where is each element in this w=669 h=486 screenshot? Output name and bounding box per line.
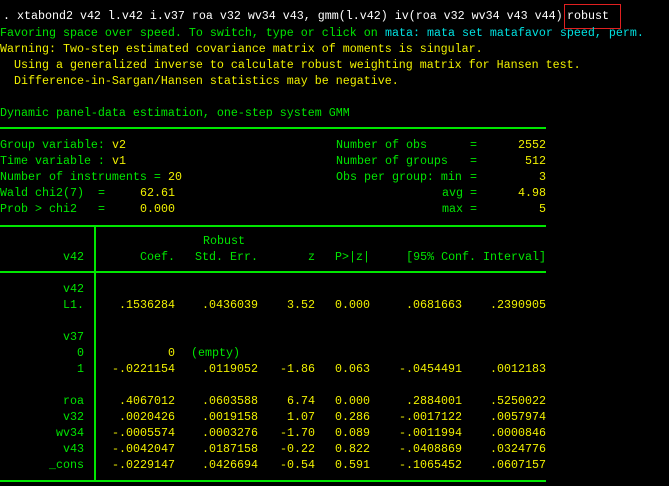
wald-value: 62.61 bbox=[140, 186, 175, 200]
row-label: wv34 bbox=[56, 426, 84, 440]
row-label: 0 bbox=[77, 346, 84, 360]
table-cell: 6.74 bbox=[287, 394, 315, 408]
table-cell: 0.063 bbox=[335, 362, 370, 376]
header-z: z bbox=[308, 250, 315, 264]
row-label: v43 bbox=[63, 442, 84, 456]
table-cell: .5250022 bbox=[490, 394, 546, 408]
row-label: 1 bbox=[77, 362, 84, 376]
instruments-value: 20 bbox=[168, 170, 182, 184]
estimation-title: Dynamic panel-data estimation, one-step … bbox=[0, 106, 350, 120]
row-label: v32 bbox=[63, 410, 84, 424]
avg-value: 4.98 bbox=[518, 186, 546, 200]
nobs-label: Number of obs bbox=[336, 138, 427, 152]
row-label: L1. bbox=[63, 298, 84, 312]
table-cell: 0.000 bbox=[335, 298, 370, 312]
table-cell: -0.22 bbox=[280, 442, 315, 456]
header-ci: [95% Conf. Interval] bbox=[406, 250, 546, 264]
table-cell: -.0017122 bbox=[399, 410, 462, 424]
eq: = bbox=[470, 186, 477, 200]
table-divider bbox=[94, 225, 96, 481]
table-cell: .0607157 bbox=[490, 458, 546, 472]
table-cell: -1.70 bbox=[280, 426, 315, 440]
header-coef: Coef. bbox=[140, 250, 175, 264]
header-p: P>|z| bbox=[335, 250, 370, 264]
table-cell: .0057974 bbox=[490, 410, 546, 424]
table-cell: .0324776 bbox=[490, 442, 546, 456]
table-cell: 3.52 bbox=[287, 298, 315, 312]
table-cell: .0426694 bbox=[202, 458, 258, 472]
table-cell: .0000846 bbox=[490, 426, 546, 440]
time-var-value: v1 bbox=[112, 154, 126, 168]
table-cell: 1.07 bbox=[287, 410, 315, 424]
row-label: roa bbox=[63, 394, 84, 408]
nobs-value: 2552 bbox=[518, 138, 546, 152]
table-cell: .0436039 bbox=[202, 298, 258, 312]
row-label: v42 bbox=[63, 282, 84, 296]
empty-note: (empty) bbox=[191, 346, 240, 360]
prob-label: Prob > chi2 bbox=[0, 202, 77, 216]
favoring-message: Favoring space over speed. To switch, ty… bbox=[0, 26, 378, 40]
row-label: v37 bbox=[63, 330, 84, 344]
table-cell: -.0229147 bbox=[112, 458, 175, 472]
table-cell: .0119052 bbox=[202, 362, 258, 376]
table-cell: .0020426 bbox=[119, 410, 175, 424]
table-cell: -.0454491 bbox=[399, 362, 462, 376]
table-rule-bottom bbox=[0, 480, 546, 482]
table-cell: .0003276 bbox=[202, 426, 258, 440]
table-cell: -.0042047 bbox=[112, 442, 175, 456]
table-cell: .2390905 bbox=[490, 298, 546, 312]
ngroups-label: Number of groups bbox=[336, 154, 448, 168]
table-cell: 0 bbox=[168, 346, 175, 360]
table-cell: 0.089 bbox=[335, 426, 370, 440]
max-value: 5 bbox=[539, 202, 546, 216]
table-cell: .4067012 bbox=[119, 394, 175, 408]
avg-label: avg bbox=[442, 186, 463, 200]
warning-detail-2: Difference-in-Sargan/Hansen statistics m… bbox=[14, 74, 399, 88]
eq: = bbox=[470, 154, 477, 168]
table-cell: .2884001 bbox=[406, 394, 462, 408]
table-cell: -.0011994 bbox=[399, 426, 462, 440]
header-se: Std. Err. bbox=[195, 250, 258, 264]
instruments-label: Number of instruments = bbox=[0, 170, 161, 184]
wald-label: Wald chi2(7) bbox=[0, 186, 84, 200]
prob-value: 0.000 bbox=[140, 202, 175, 216]
group-var-label: Group variable: bbox=[0, 138, 105, 152]
table-cell: 0.591 bbox=[335, 458, 370, 472]
table-cell: .0603588 bbox=[202, 394, 258, 408]
warning-detail-1: Using a generalized inverse to calculate… bbox=[14, 58, 581, 72]
command-line: . xtabond2 v42 l.v42 i.v37 roa v32 wv34 … bbox=[3, 9, 563, 23]
table-cell: 0.286 bbox=[335, 410, 370, 424]
table-cell: .0019158 bbox=[202, 410, 258, 424]
table-cell: 0.822 bbox=[335, 442, 370, 456]
table-cell: -0.54 bbox=[280, 458, 315, 472]
table-rule-header bbox=[0, 271, 546, 273]
table-cell: -1.86 bbox=[280, 362, 315, 376]
table-rule-top bbox=[0, 225, 546, 227]
group-var-value: v2 bbox=[112, 138, 126, 152]
robust-header: Robust bbox=[203, 234, 245, 248]
eq: = bbox=[470, 170, 477, 184]
table-cell: .0681663 bbox=[406, 298, 462, 312]
table-cell: -.0221154 bbox=[112, 362, 175, 376]
ngroups-value: 512 bbox=[525, 154, 546, 168]
time-var-label: Time variable : bbox=[0, 154, 105, 168]
header-depvar: v42 bbox=[63, 250, 84, 264]
table-cell: .0012183 bbox=[490, 362, 546, 376]
table-cell: 0.000 bbox=[335, 394, 370, 408]
table-cell: -.1065452 bbox=[399, 458, 462, 472]
rule-top bbox=[0, 127, 546, 129]
eq: = bbox=[470, 202, 477, 216]
table-cell: -.0408869 bbox=[399, 442, 462, 456]
row-label: _cons bbox=[49, 458, 84, 472]
mata-link[interactable]: mata: mata set matafavor speed, perm. bbox=[385, 25, 644, 41]
max-label: max bbox=[442, 202, 463, 216]
warning-message: Warning: Two-step estimated covariance m… bbox=[0, 42, 483, 56]
min-value: 3 bbox=[539, 170, 546, 184]
min-label: Obs per group: min bbox=[336, 170, 462, 184]
table-cell: .1536284 bbox=[119, 298, 175, 312]
eq: = bbox=[470, 138, 477, 152]
table-cell: .0187158 bbox=[202, 442, 258, 456]
table-cell: -.0005574 bbox=[112, 426, 175, 440]
